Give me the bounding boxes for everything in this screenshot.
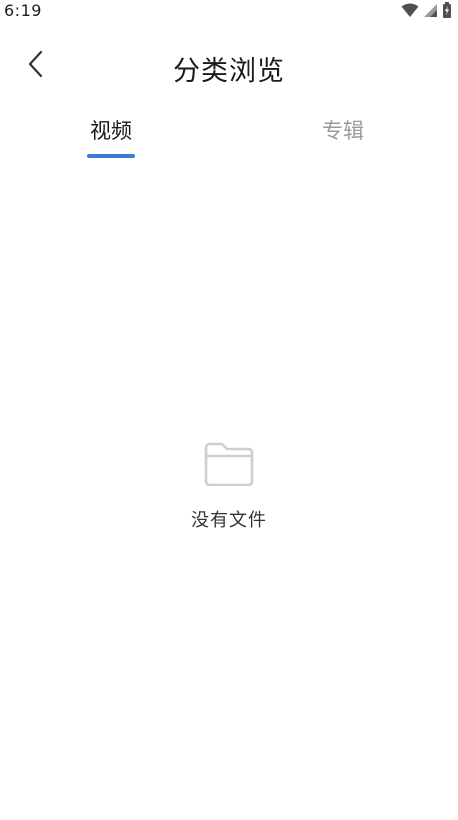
header: 分类浏览 xyxy=(0,40,458,92)
page-title: 分类浏览 xyxy=(173,56,285,87)
tab-active-indicator xyxy=(87,154,135,158)
tab-album[interactable]: 专辑 xyxy=(283,112,403,164)
tab-video[interactable]: 视频 xyxy=(51,112,171,164)
status-bar: 6:19 xyxy=(0,0,458,22)
tab-video-label: 视频 xyxy=(90,119,132,143)
wifi-icon xyxy=(401,3,419,18)
status-time: 6:19 xyxy=(4,1,42,20)
battery-icon xyxy=(442,2,452,18)
status-icons xyxy=(401,2,452,18)
empty-message: 没有文件 xyxy=(191,510,267,531)
empty-state: 没有文件 xyxy=(0,440,458,532)
tab-bar: 视频 专辑 xyxy=(0,112,458,164)
cellular-signal-icon xyxy=(423,3,438,18)
tab-album-label: 专辑 xyxy=(322,119,364,143)
folder-icon xyxy=(203,440,255,487)
screen: 6:19 分类浏览 视频 专辑 没有文件 xyxy=(0,0,458,820)
